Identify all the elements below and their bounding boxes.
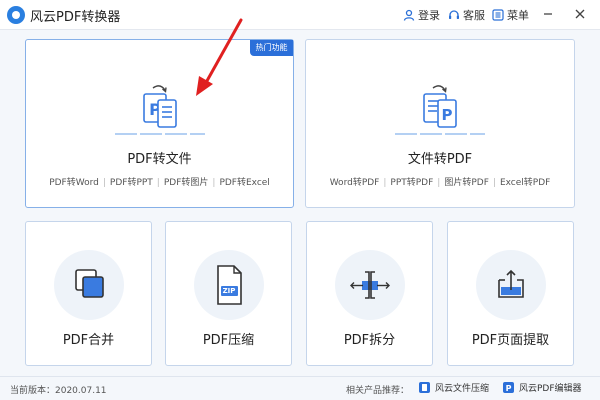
separator: |: [156, 178, 160, 188]
close-button[interactable]: [572, 6, 588, 22]
option-pdf-to-image[interactable]: PDF转图片: [164, 178, 209, 188]
app-title: 风云PDF转换器: [30, 10, 121, 25]
related-products-label: 相关产品推荐：: [346, 386, 410, 396]
product-name: 风云文件压缩: [435, 384, 490, 394]
option-pdf-to-word[interactable]: PDF转Word: [49, 178, 99, 188]
menu-button[interactable]: 菜单: [492, 7, 529, 23]
option-pdf-to-ppt[interactable]: PDF转PPT: [110, 178, 153, 188]
minimize-button[interactable]: [540, 6, 556, 22]
option-word-to-pdf[interactable]: Word转PDF: [330, 178, 380, 188]
headset-icon: [449, 10, 459, 19]
product-name: 风云PDF编辑器: [519, 384, 582, 394]
file-to-pdf-icon: P: [395, 76, 485, 138]
pdf-compress-title: PDF压缩: [202, 333, 255, 348]
customer-service-button[interactable]: 客服: [448, 7, 485, 23]
pdf-merge-title: PDF合并: [62, 333, 115, 348]
file-to-pdf-options: Word转PDF | PPT转PDF | 图片转PDF | Excel转PDF: [306, 175, 574, 188]
service-label: 客服: [463, 9, 485, 22]
separator: |: [437, 178, 441, 188]
pdf-compress-card[interactable]: ZIP PDF压缩: [165, 221, 292, 366]
pdf-page-extract-card[interactable]: PDF页面提取: [447, 221, 574, 366]
login-button[interactable]: 登录: [403, 7, 440, 23]
option-pdf-to-excel[interactable]: PDF转Excel: [219, 178, 269, 188]
pdf-merge-card[interactable]: PDF合并: [25, 221, 152, 366]
svg-text:P: P: [442, 106, 453, 124]
separator: |: [102, 178, 106, 188]
red-arrow-annotation: [196, 18, 243, 96]
file-compress-icon: [419, 382, 430, 393]
menu-label: 菜单: [507, 9, 529, 22]
minimize-icon: [544, 13, 552, 15]
login-label: 登录: [418, 9, 440, 22]
pdf-split-title: PDF拆分: [343, 333, 396, 348]
option-image-to-pdf[interactable]: 图片转PDF: [444, 178, 489, 188]
product-link-pdf-editor[interactable]: P 风云PDF编辑器: [502, 381, 582, 394]
close-icon: [575, 9, 585, 19]
version-label: 当前版本：2020.07.11: [10, 386, 107, 396]
merge-icon: [53, 250, 124, 320]
menu-icon: [492, 9, 504, 21]
user-icon: [403, 9, 415, 21]
svg-text:P: P: [506, 384, 512, 393]
pdf-to-file-title: PDF转文件: [127, 152, 192, 167]
option-excel-to-pdf[interactable]: Excel转PDF: [500, 178, 550, 188]
file-to-pdf-card[interactable]: P 文件转PDF Word转PDF | PPT转PDF | 图片转PDF | Excel转P…: [305, 39, 575, 208]
pdf-split-card[interactable]: PDF拆分: [306, 221, 433, 366]
pdf-to-file-card[interactable]: 热门功能 P PDF转文件 PDF转Word | PDF转PPT | PDF转图片 | PD…: [25, 18, 294, 208]
split-icon: [334, 250, 405, 320]
product-link-file-compress[interactable]: 风云文件压缩: [418, 381, 489, 394]
pdf-editor-icon: P: [503, 382, 514, 393]
hot-feature-badge: 热门功能: [250, 40, 293, 56]
separator: |: [492, 178, 496, 188]
status-footer: 当前版本：2020.07.11 相关产品推荐： 风云文件压缩 P 风云PDF编辑…: [0, 376, 600, 400]
pdf-page-extract-title: PDF页面提取: [471, 333, 550, 348]
pdf-to-file-options: PDF转Word | PDF转PPT | PDF转图片 | PDF转Excel: [26, 175, 293, 188]
separator: |: [383, 178, 387, 188]
file-to-pdf-title: 文件转PDF: [407, 152, 473, 167]
app-logo-icon: [7, 6, 25, 24]
option-ppt-to-pdf[interactable]: PPT转PDF: [390, 178, 433, 188]
page-extract-icon: [475, 250, 546, 320]
separator: |: [212, 178, 216, 188]
zip-file-icon: ZIP: [193, 250, 264, 320]
zip-label: ZIP: [222, 287, 236, 295]
title-bar: 风云PDF转换器 登录 客服 菜单: [0, 0, 600, 30]
